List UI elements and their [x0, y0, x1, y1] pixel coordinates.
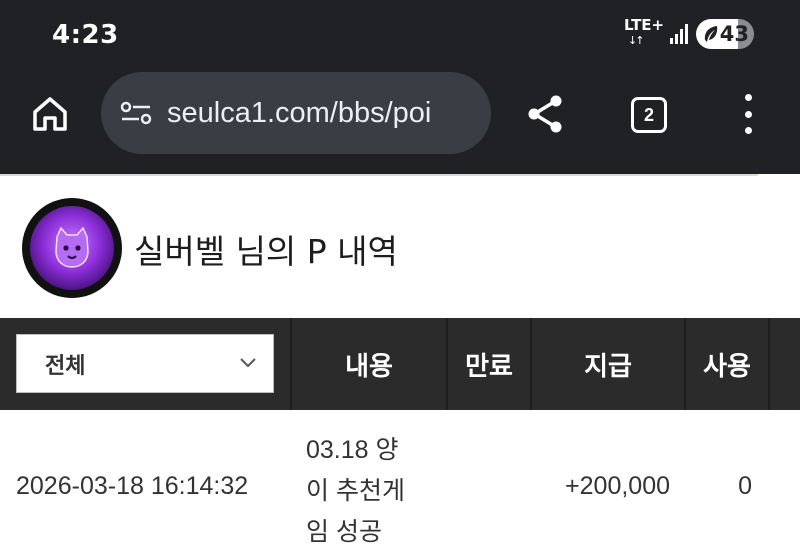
network-type: LTE+	[624, 16, 665, 34]
battery-saver-leaf-icon	[704, 26, 718, 42]
battery-percent: 43	[719, 22, 749, 46]
site-settings-icon[interactable]	[119, 101, 153, 125]
browser-toolbar: seulca1.com/bbs/poi 2	[0, 70, 800, 174]
row-use: 0	[738, 472, 752, 500]
chevron-down-icon	[240, 358, 256, 368]
home-icon	[33, 97, 67, 131]
battery-indicator: 43	[696, 19, 754, 49]
page-title: 실버벨 님의 P 내역	[134, 232, 398, 271]
column-header-pay: 지급	[584, 351, 632, 382]
header-divider	[0, 174, 758, 176]
column-header-content: 내용	[345, 351, 393, 382]
row-content-line: 임 성공	[306, 518, 382, 546]
row-content-line: 이 추천게	[306, 477, 405, 505]
home-button[interactable]	[28, 92, 72, 136]
address-bar[interactable]: seulca1.com/bbs/poi	[101, 72, 491, 154]
status-time: 4:23	[52, 20, 119, 50]
lte-indicator: LTE+ ↓↑	[624, 16, 665, 49]
row-content: 03.18 양 이 추천게 임 성공	[306, 430, 426, 553]
row-pay: +200,000	[565, 472, 670, 500]
column-header-use: 사용	[703, 351, 751, 382]
share-button[interactable]	[524, 92, 568, 136]
cat-mascot-icon	[55, 226, 89, 268]
url-text: seulca1.com/bbs/poi	[167, 96, 432, 129]
row-datetime: 2026-03-18 16:14:32	[16, 472, 249, 500]
status-bar: 4:23 LTE+ ↓↑ 43	[0, 0, 800, 70]
signal-strength-icon	[670, 24, 688, 44]
data-arrows-icon: ↓↑	[628, 34, 645, 47]
avatar-image	[30, 206, 114, 290]
more-menu-icon[interactable]	[738, 94, 758, 134]
column-divider	[768, 318, 770, 410]
table-row: 2026-03-18 16:14:32 03.18 양 이 추천게 임 성공 +…	[0, 410, 800, 560]
share-icon	[528, 95, 562, 133]
column-header-expire: 만료	[465, 351, 513, 382]
row-content-line: 03.18 양	[306, 436, 399, 464]
filter-selected-value: 전체	[45, 353, 86, 379]
status-indicators: LTE+ ↓↑ 43	[624, 16, 754, 49]
filter-dropdown[interactable]: 전체	[16, 334, 274, 393]
tab-switcher-button[interactable]: 2	[631, 97, 667, 133]
avatar	[22, 198, 122, 298]
table-header: 전체 내용 만료 지급 사용	[0, 318, 800, 410]
